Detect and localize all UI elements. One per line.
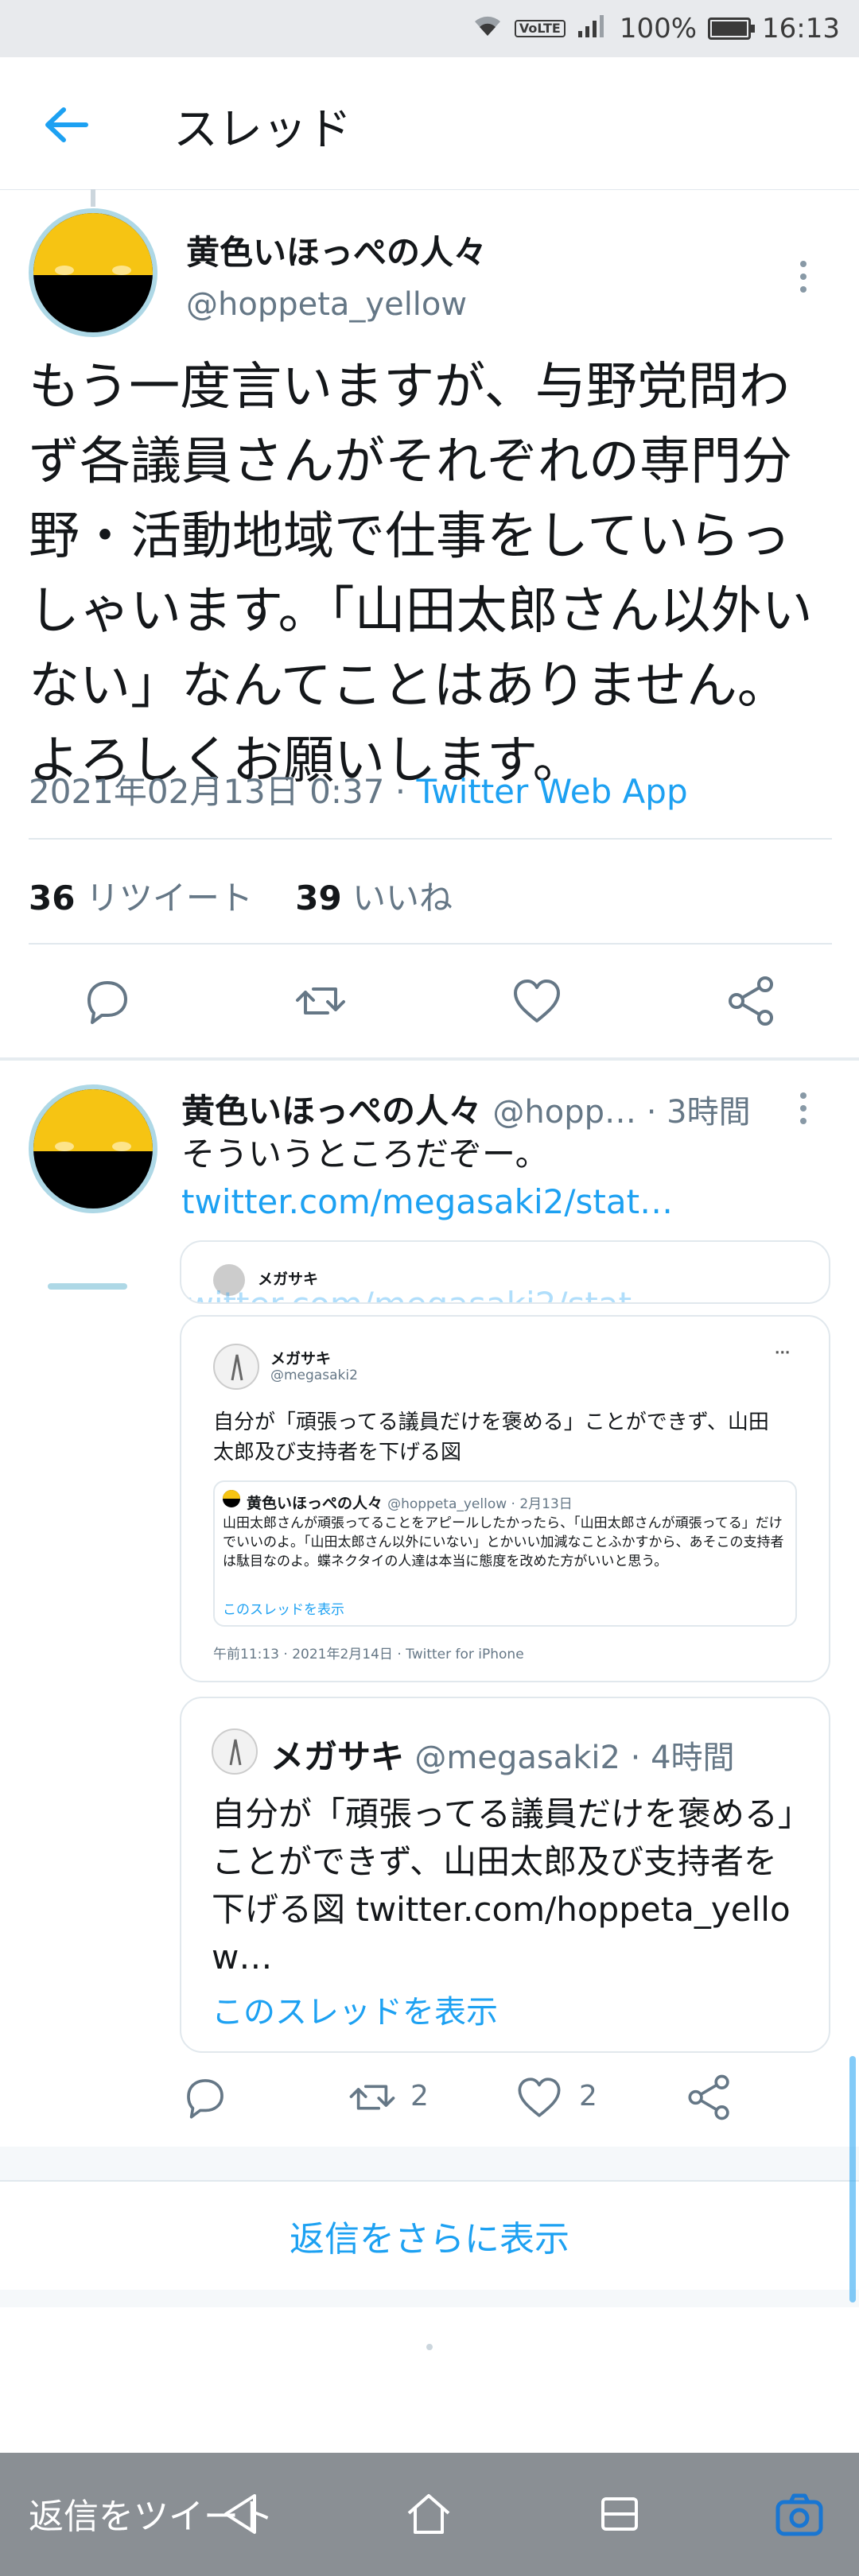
reply-like-count: 2 [579,2080,597,2112]
avatar[interactable] [29,208,157,337]
likes-stat[interactable]: 39 いいね [295,879,453,918]
reply-author-handle[interactable]: @hopp… [492,1094,636,1131]
quote-author-handle: @megasaki2 [414,1740,620,1776]
nav-home-icon[interactable] [402,2488,455,2540]
embed-link-ghost: twitter.com/megasaki2/stat… [181,1285,665,1302]
reply-reply-icon[interactable] [180,2072,231,2123]
reply-retweet-count: 2 [410,2080,429,2112]
reply-header: 黄色いほっぺの人々 @hopp… · 3時間 [181,1084,751,1133]
show-more-replies-button[interactable]: 返信をさらに表示 [0,2180,859,2291]
more-icon[interactable] [795,259,811,297]
like-icon[interactable] [509,973,565,1029]
avatar-ghost [48,1283,127,1290]
retweets-stat[interactable]: 36 リツイート [29,879,253,918]
clock: 16:13 [762,13,840,45]
back-arrow-icon[interactable] [43,105,91,145]
image-inner-avatar [223,1490,240,1507]
meta-separator: · [384,772,417,811]
wifi-icon [472,12,503,46]
reply-time: · 3時間 [636,1094,751,1131]
retweet-label: リツイート [85,879,253,918]
divider [29,943,832,945]
image-inner-handle: @hoppeta_yellow · 2月13日 [387,1496,573,1512]
image-avatar [213,1344,259,1390]
retweet-count: 36 [29,879,76,918]
status-bar: VoLTE 100% 16:13 [0,0,859,57]
tweet-app[interactable]: Twitter Web App [417,772,688,811]
author-handle[interactable]: @hoppeta_yellow [186,286,467,323]
gap-band [0,2147,859,2182]
image-footer: 午前11:13 · 2021年2月14日 · Twitter for iPhon… [213,1647,524,1662]
image-tweet-text: 自分が「頑張ってる議員だけを褒める」ことができず、山田太郎及び支持者を下げる図 [213,1410,769,1465]
scrollbar[interactable] [849,2056,856,2302]
section-divider [0,1057,859,1061]
reply-text: そういうところだぞー。 [181,1135,549,1174]
quote-time: · 4時間 [620,1740,735,1776]
reply-retweet-icon[interactable] [347,2072,398,2123]
battery-icon [708,17,756,40]
like-count: 39 [295,879,342,918]
stacked-embed-card: メガサキ twitter.com/megasaki2/stat… [180,1240,830,1304]
top-bar: スレッド [0,57,859,190]
gap-band [0,2290,859,2307]
author-name[interactable]: 黄色いほっぺの人々 [186,226,487,274]
tweet-meta: 2021年02月13日 0:37 · Twitter Web App [29,765,688,813]
camera-icon[interactable] [773,2488,826,2540]
reply-link[interactable]: twitter.com/megasaki2/stat… [181,1180,673,1224]
image-inner-text: 山田太郎さんが頑張ってることをアピールしたかったら、「山田太郎さんが頑張ってる」… [223,1515,784,1569]
reply-like-icon[interactable] [514,2072,565,2123]
share-icon[interactable] [724,973,779,1029]
navigation-bar: 返信をツイート [0,2453,859,2576]
image-inner-name: 黄色いほっぺの人々 [247,1495,383,1512]
divider [29,838,832,840]
quote-text: 自分が「頑張ってる議員だけを褒める」ことができず、山田太郎及び支持者を下げる図 … [212,1794,795,1977]
thread-line [91,189,95,207]
tweet-timestamp[interactable]: 2021年02月13日 0:37 [29,772,384,811]
avatar[interactable] [29,1084,157,1213]
attached-image[interactable]: メガサキ @megasaki2 ··· 自分が「頑張ってる議員だけを褒める」こと… [180,1315,830,1682]
nav-back-icon[interactable] [215,2488,267,2540]
image-inner-link: このスレッドを表示 [223,1602,344,1618]
quote-avatar [212,1728,258,1775]
reply-share-icon[interactable] [684,2072,735,2123]
battery-percent: 100% [619,13,698,45]
image-more: ··· [775,1345,791,1361]
signal-icon [577,12,608,46]
quote-show-thread[interactable]: このスレッドを表示 [212,1986,498,2032]
reply-more-icon[interactable] [795,1091,811,1129]
tweet-text: もう一度言いますが、与野党問わず各議員さんがそれぞれの専門分野・活動地域で仕事を… [29,358,813,790]
like-label: いいね [352,879,453,918]
tweet-stats: 36 リツイート 39 いいね [29,871,453,920]
page-title: スレッド [173,104,352,156]
retweet-icon[interactable] [293,973,348,1029]
image-name: メガサキ [270,1350,332,1368]
nav-recents-icon[interactable] [593,2488,646,2540]
volte-icon: VoLTE [514,20,566,37]
image-handle: @megasaki2 [270,1368,358,1383]
loading-dot [426,2344,433,2350]
quoted-tweet-card[interactable]: メガサキ @megasaki2 · 4時間 自分が「頑張ってる議員だけを褒める」… [180,1697,830,2053]
image-quoted-tweet: 黄色いほっぺの人々 @hoppeta_yellow · 2月13日 山田太郎さん… [213,1480,797,1627]
reply-author-name[interactable]: 黄色いほっぺの人々 [181,1092,482,1131]
quote-author-name: メガサキ [270,1737,405,1776]
reply-icon[interactable] [80,973,135,1029]
